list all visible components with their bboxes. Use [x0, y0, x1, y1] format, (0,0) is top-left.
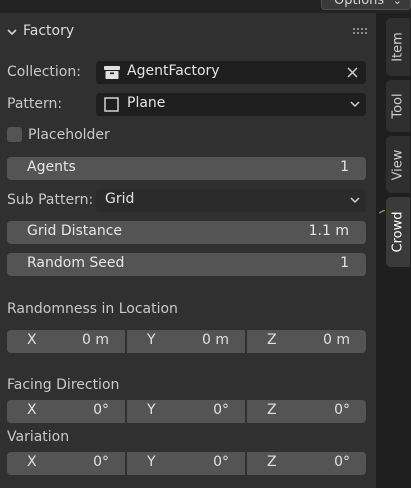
random-seed-value: 1: [340, 255, 349, 271]
randomness-location-label: Randomness in Location: [7, 301, 178, 317]
tab-crowd[interactable]: Crowd: [386, 197, 410, 267]
random-seed-field[interactable]: Random Seed 1: [7, 253, 366, 276]
variation-y-value: 0°: [213, 454, 229, 470]
options-label: Options: [334, 0, 385, 8]
tab-view[interactable]: View: [386, 136, 410, 193]
location-z-value: 0 m: [323, 332, 350, 348]
variation-label: Variation: [7, 429, 70, 445]
tab-item[interactable]: Item: [386, 18, 410, 76]
options-dropdown[interactable]: Options ⌄: [321, 0, 411, 10]
facing-direction-label: Facing Direction: [7, 377, 120, 393]
facing-direction-vector: X 0° Y 0° Z 0°: [7, 400, 366, 423]
viewport-gizmo-fragment: [379, 210, 385, 214]
z-axis-label: Z: [267, 454, 277, 470]
facing-x-field[interactable]: X 0°: [7, 400, 125, 423]
tab-view-label: View: [390, 149, 406, 180]
sub-pattern-dropdown[interactable]: Grid: [96, 189, 366, 212]
clear-x-icon[interactable]: [347, 67, 358, 78]
y-axis-label: Y: [147, 454, 156, 470]
drag-handle-icon[interactable]: [353, 28, 367, 34]
collapse-arrow-icon[interactable]: [6, 26, 18, 38]
panel-header[interactable]: Factory: [0, 23, 376, 45]
chevron-down-icon: ⌄: [392, 0, 402, 7]
agents-field[interactable]: Agents 1: [7, 157, 366, 180]
variation-z-field[interactable]: Z 0°: [247, 452, 366, 475]
grid-distance-field[interactable]: Grid Distance 1.1 m: [7, 221, 366, 244]
sub-pattern-value: Grid: [105, 191, 135, 207]
random-seed-label: Random Seed: [27, 255, 125, 271]
top-bar: Options ⌄: [0, 0, 411, 13]
tab-item-label: Item: [390, 32, 406, 62]
x-axis-label: X: [27, 454, 37, 470]
variation-z-value: 0°: [334, 454, 350, 470]
location-z-field[interactable]: Z 0 m: [247, 330, 366, 353]
z-axis-label: Z: [267, 402, 277, 418]
facing-z-field[interactable]: Z 0°: [247, 400, 366, 423]
collection-label: Collection:: [7, 64, 81, 80]
location-y-value: 0 m: [202, 332, 229, 348]
factory-panel: Factory Collection: AgentFactory Pattern…: [0, 13, 376, 488]
y-axis-label: Y: [147, 332, 156, 348]
chevron-down-icon: [350, 197, 360, 204]
location-x-field[interactable]: X 0 m: [7, 330, 125, 353]
agents-value: 1: [340, 159, 349, 175]
grid-distance-label: Grid Distance: [27, 223, 123, 239]
x-axis-label: X: [27, 402, 37, 418]
sidebar-tabs: Item Tool View Crowd: [376, 13, 411, 488]
variation-y-field[interactable]: Y 0°: [127, 452, 245, 475]
agents-label: Agents: [27, 159, 76, 175]
variation-x-field[interactable]: X 0°: [7, 452, 125, 475]
placeholder-label[interactable]: Placeholder: [28, 127, 110, 143]
location-y-field[interactable]: Y 0 m: [127, 330, 245, 353]
z-axis-label: Z: [267, 332, 277, 348]
location-x-value: 0 m: [82, 332, 109, 348]
randomness-location-vector: X 0 m Y 0 m Z 0 m: [7, 330, 366, 353]
y-axis-label: Y: [147, 402, 156, 418]
plane-icon: [104, 97, 119, 112]
grid-distance-value: 1.1 m: [308, 223, 349, 239]
tab-tool-label: Tool: [390, 93, 406, 119]
pattern-label: Pattern:: [7, 96, 63, 112]
facing-z-value: 0°: [334, 402, 350, 418]
facing-y-field[interactable]: Y 0°: [127, 400, 245, 423]
variation-x-value: 0°: [93, 454, 109, 470]
facing-y-value: 0°: [213, 402, 229, 418]
chevron-down-icon: [350, 101, 360, 108]
collection-value: AgentFactory: [127, 63, 220, 79]
collection-field[interactable]: AgentFactory: [96, 61, 366, 84]
x-axis-label: X: [27, 332, 37, 348]
sub-pattern-label: Sub Pattern:: [7, 192, 94, 208]
collection-box-icon: [104, 66, 120, 79]
panel-title: Factory: [23, 23, 75, 39]
tab-crowd-label: Crowd: [390, 211, 406, 253]
tab-tool[interactable]: Tool: [386, 80, 410, 132]
placeholder-checkbox[interactable]: [7, 127, 22, 142]
pattern-dropdown[interactable]: Plane: [96, 93, 366, 116]
pattern-value: Plane: [127, 95, 166, 111]
facing-x-value: 0°: [93, 402, 109, 418]
variation-vector: X 0° Y 0° Z 0°: [7, 452, 366, 475]
